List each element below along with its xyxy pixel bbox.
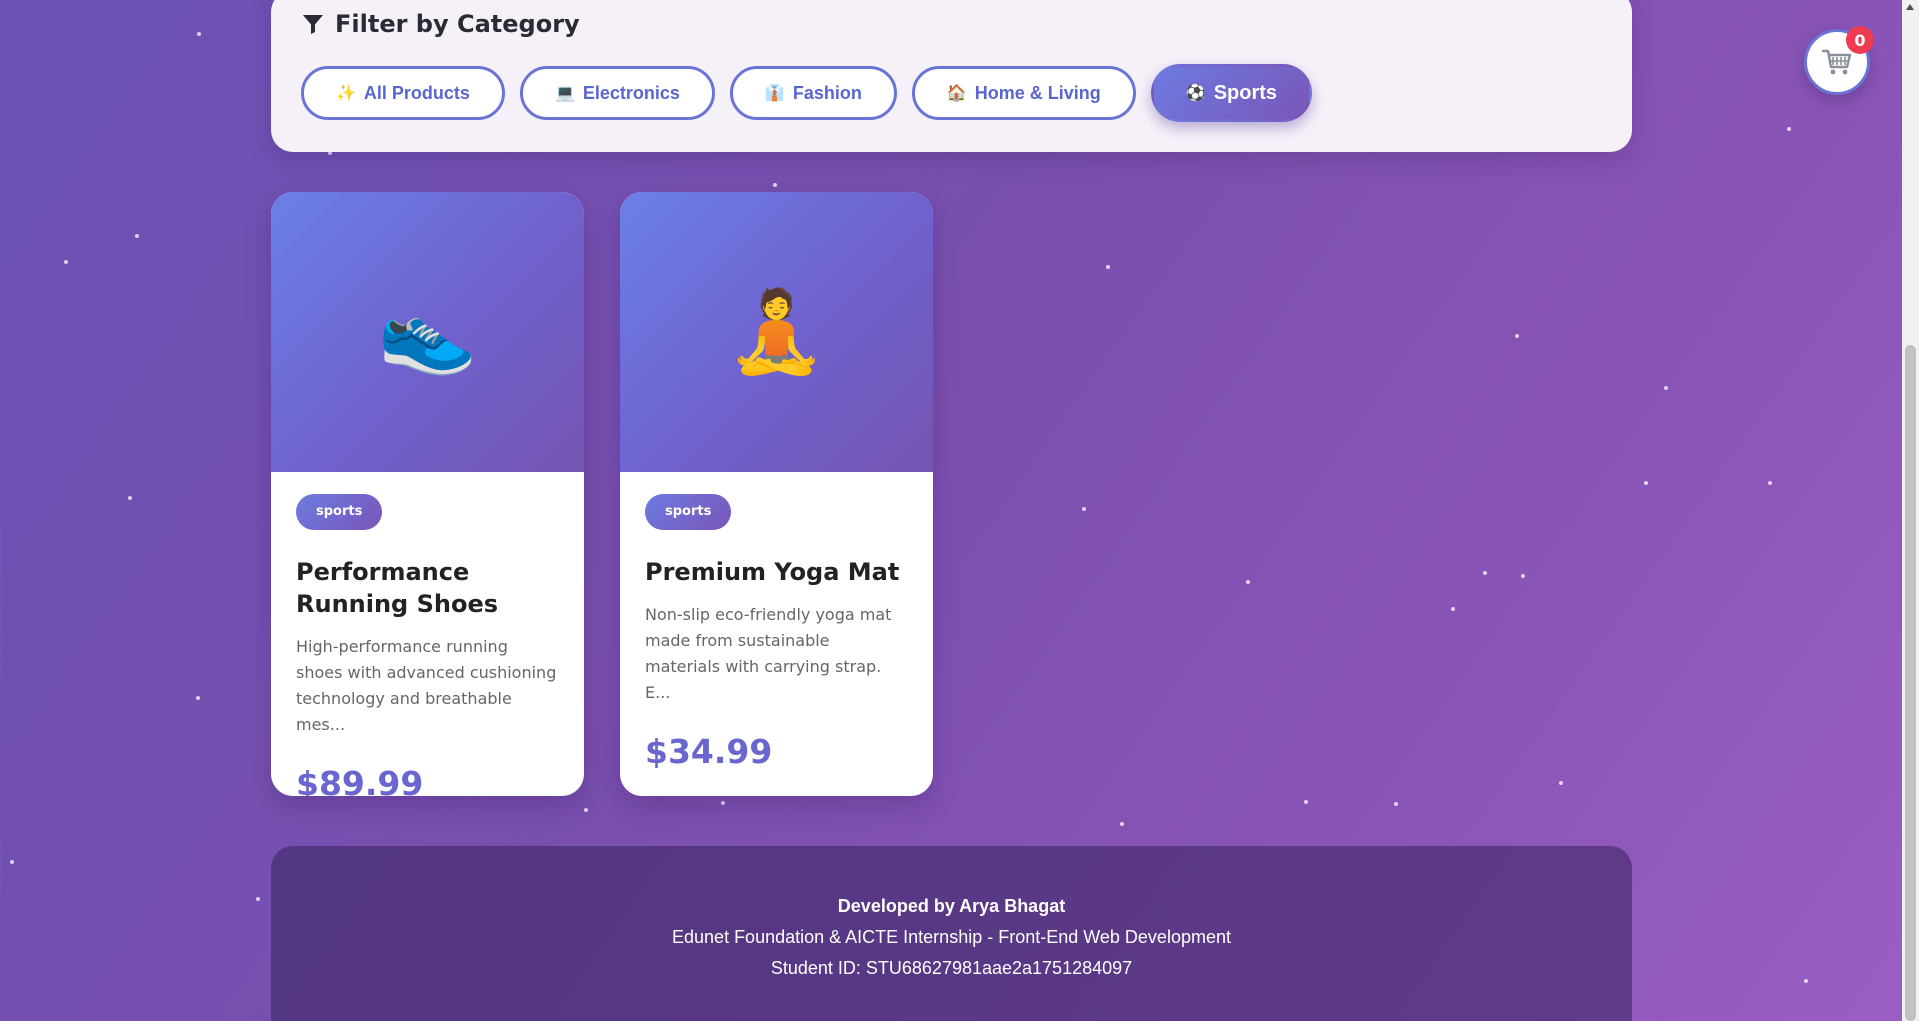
- category-chip-sports[interactable]: ⚽ Sports: [1150, 64, 1313, 122]
- sparkles-icon: ✨: [336, 85, 356, 102]
- category-chip-fashion[interactable]: 👔 Fashion: [729, 66, 897, 120]
- funnel-icon: [303, 15, 323, 34]
- filter-title: Filter by Category: [335, 10, 580, 38]
- category-chip-electronics[interactable]: 💻 Electronics: [519, 66, 715, 120]
- site-footer: Developed by Arya Bhagat Edunet Foundati…: [271, 846, 1632, 1021]
- scroll-up-arrow-icon[interactable]: [1906, 4, 1914, 10]
- person-meditating-icon: 🧘: [726, 285, 827, 378]
- laptop-icon: 💻: [554, 85, 575, 102]
- category-chip-all-products[interactable]: ✨ All Products: [301, 66, 505, 120]
- developer-credit: Developed by Arya Bhagat: [837, 896, 1066, 916]
- house-icon: 🏠: [946, 85, 967, 102]
- product-description: High-performance running shoes with adva…: [296, 637, 557, 734]
- filter-heading: Filter by Category: [301, 10, 580, 38]
- cart-count-badge: 0: [1846, 26, 1874, 54]
- soccer-ball-icon: ⚽: [1185, 85, 1206, 102]
- necktie-shirt-icon: 👔: [764, 85, 785, 102]
- chip-label: Electronics: [582, 82, 680, 103]
- product-title: Performance Running Shoes: [296, 558, 499, 618]
- product-card[interactable]: 👟 sports Performance Running Shoes High-…: [271, 192, 584, 796]
- product-card[interactable]: 🧘 sports Premium Yoga Mat Non-slip eco-f…: [620, 192, 933, 796]
- product-title: Premium Yoga Mat: [645, 558, 900, 586]
- category-chips: ✨ All Products 💻 Electronics 👔 Fashion 🏠…: [301, 64, 1313, 122]
- chip-label: Home & Living: [974, 82, 1101, 103]
- category-chip-home-living[interactable]: 🏠 Home & Living: [911, 66, 1136, 120]
- chip-label: All Products: [363, 82, 470, 103]
- product-image: 👟: [271, 192, 584, 472]
- student-id: Student ID: STU68627981aae2a1751284097: [770, 958, 1133, 978]
- product-image: 🧘: [620, 192, 933, 472]
- program-info: Edunet Foundation & AICTE Internship - F…: [672, 927, 1231, 947]
- product-price: $89.99: [296, 764, 424, 796]
- category-tag: sports: [645, 494, 732, 530]
- page-scrollbar[interactable]: [1902, 0, 1919, 1021]
- product-price: $34.99: [645, 732, 773, 771]
- cart-icon: [1821, 49, 1852, 75]
- product-description: Non-slip eco-friendly yoga mat made from…: [645, 605, 892, 702]
- chip-label: Fashion: [792, 82, 862, 103]
- category-filter-panel: Filter by Category ✨ All Products 💻 Elec…: [271, 0, 1632, 152]
- chip-label: Sports: [1213, 81, 1278, 104]
- category-tag: sports: [296, 494, 383, 530]
- running-shoe-icon: 👟: [377, 285, 478, 378]
- scrollbar-thumb[interactable]: [1905, 345, 1916, 1021]
